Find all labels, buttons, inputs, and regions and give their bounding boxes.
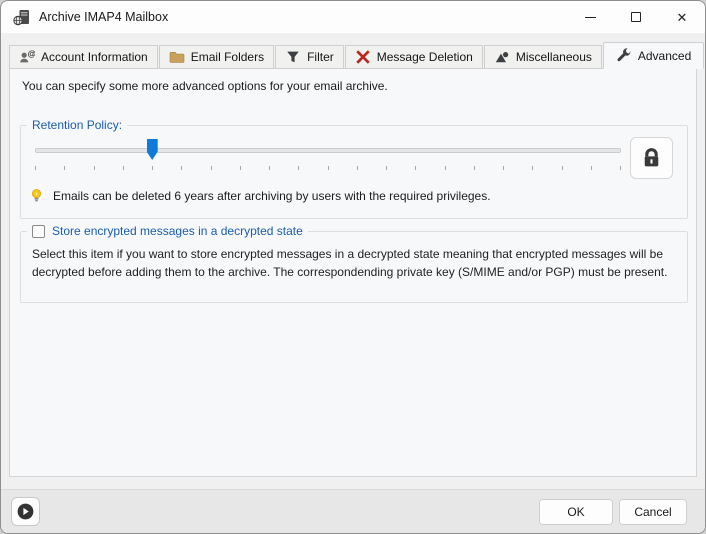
svg-text:@: @ — [28, 49, 35, 58]
tab-account-information[interactable]: @ Account Information — [9, 45, 158, 69]
retention-policy-legend: Retention Policy: — [27, 118, 127, 132]
miscellaneous-icon — [494, 49, 510, 65]
filter-icon — [285, 49, 301, 65]
retention-slider-track[interactable] — [35, 148, 621, 153]
tab-message-deletion[interactable]: Message Deletion — [345, 45, 483, 69]
cancel-button[interactable]: Cancel — [619, 499, 687, 525]
store-decrypted-description: Select this item if you want to store en… — [32, 245, 684, 281]
advanced-tab-page: You can specify some more advanced optio… — [9, 68, 697, 477]
tab-label: Advanced — [638, 49, 691, 63]
play-icon — [16, 502, 35, 521]
store-decrypted-group: Store encrypted messages in a decrypted … — [20, 231, 688, 303]
retention-lock-button[interactable] — [630, 137, 673, 179]
tab-label: Email Folders — [191, 50, 264, 64]
retention-slider-thumb[interactable] — [147, 139, 158, 160]
title-bar: Archive IMAP4 Mailbox ✕ — [1, 1, 705, 33]
tab-miscellaneous[interactable]: Miscellaneous — [484, 45, 602, 69]
store-decrypted-label[interactable]: Store encrypted messages in a decrypted … — [52, 224, 303, 238]
tab-label: Filter — [307, 50, 334, 64]
close-button[interactable]: ✕ — [659, 1, 705, 33]
tab-label: Miscellaneous — [516, 50, 592, 64]
tab-email-folders[interactable]: Email Folders — [159, 45, 274, 69]
close-icon: ✕ — [677, 11, 688, 24]
window-title: Archive IMAP4 Mailbox — [39, 10, 168, 24]
page-description: You can specify some more advanced optio… — [22, 79, 388, 93]
lock-icon — [639, 146, 664, 171]
play-video-button[interactable] — [11, 497, 40, 526]
lightbulb-icon — [29, 188, 44, 204]
retention-tip-text: Emails can be deleted 6 years after arch… — [53, 189, 491, 203]
archive-mailbox-icon — [13, 9, 30, 26]
message-deletion-icon — [355, 49, 371, 65]
tab-label: Message Deletion — [377, 50, 473, 64]
tab-label: Account Information — [41, 50, 148, 64]
email-folders-icon — [169, 49, 185, 65]
maximize-button[interactable] — [613, 1, 659, 33]
tab-filter[interactable]: Filter — [275, 45, 344, 69]
minimize-icon — [585, 17, 596, 18]
maximize-icon — [631, 12, 641, 22]
retention-slider-ticks — [35, 166, 621, 171]
tab-strip: @ Account Information Email Folders Filter M… — [9, 42, 697, 69]
minimize-button[interactable] — [567, 1, 613, 33]
retention-policy-group: Retention Policy: Emails can be delet — [20, 125, 688, 219]
footer-bar: OK Cancel — [1, 489, 705, 533]
advanced-icon — [616, 48, 632, 64]
tab-advanced[interactable]: Advanced — [603, 42, 704, 69]
archive-imap4-mailbox-dialog: Archive IMAP4 Mailbox ✕ @ Account Informa… — [0, 0, 706, 534]
store-decrypted-checkbox[interactable] — [32, 225, 45, 238]
ok-button[interactable]: OK — [539, 499, 613, 525]
account-information-icon: @ — [19, 49, 35, 65]
